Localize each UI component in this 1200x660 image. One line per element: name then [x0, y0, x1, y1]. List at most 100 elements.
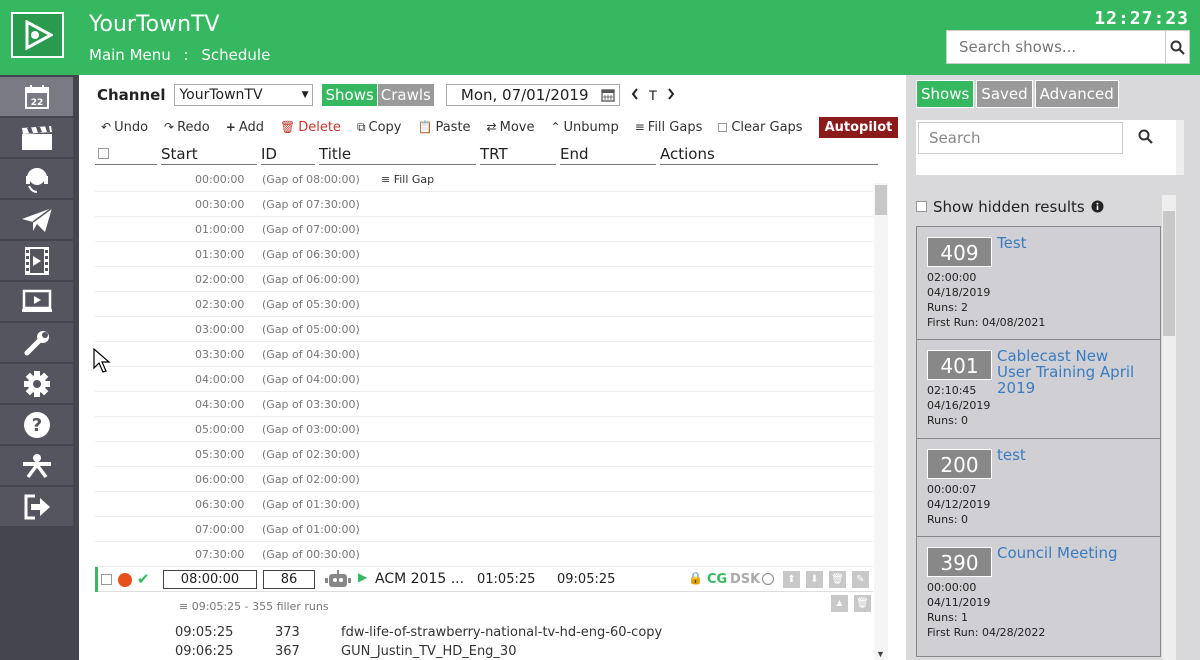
sidebar-item-network[interactable] [0, 446, 73, 485]
row-checkbox[interactable] [101, 574, 112, 585]
sidebar-item-help[interactable]: ? [0, 405, 73, 444]
gap-row[interactable]: 02:00:00 (Gap of 06:00:00) [95, 267, 873, 292]
gap-row[interactable]: 07:30:00 (Gap of 00:30:00) [95, 542, 873, 567]
date-field[interactable]: Mon, 07/01/2019 [445, 84, 620, 106]
gap-row[interactable]: 04:30:00 (Gap of 03:30:00) [95, 392, 873, 417]
paste-button[interactable]: 📋 Paste [418, 120, 471, 135]
calendar-icon[interactable] [601, 88, 615, 102]
gap-row[interactable]: 00:30:00 (Gap of 07:30:00) [95, 192, 873, 217]
sidebar-item-logout[interactable] [0, 487, 73, 526]
fill-gap-button[interactable]: ≡ Fill Gap [381, 173, 434, 186]
channel-select[interactable]: YourTownTV ▼ [174, 84, 314, 106]
dsk-toggle[interactable]: DSK [730, 572, 760, 587]
logo[interactable] [11, 12, 64, 58]
autopilot-button[interactable]: Autopilot [818, 116, 899, 138]
show-hidden-checkbox[interactable] [916, 201, 927, 212]
show-start[interactable]: 08:00:00 [163, 570, 257, 589]
prev-day-button[interactable] [626, 87, 644, 103]
sidebar-item-settings[interactable] [0, 364, 73, 403]
result-card[interactable]: 401 Cablecast New User Training April 20… [916, 340, 1161, 439]
sidebar-item-live[interactable] [0, 282, 73, 321]
sidebar-item-tools[interactable] [0, 323, 73, 362]
result-id: 200 [927, 449, 992, 479]
copy-button[interactable]: ⧉ Copy [357, 120, 402, 135]
redo-button[interactable]: ↷ Redo [164, 120, 210, 135]
info-icon[interactable] [1091, 200, 1104, 213]
gap-row[interactable]: 01:30:00 (Gap of 06:30:00) [95, 242, 873, 267]
sidebar-item-shows[interactable] [0, 118, 73, 157]
result-card[interactable]: 390 Council Meeting 00:00:00 04/11/2019 … [916, 537, 1161, 657]
gap-row[interactable]: 04:00:00 (Gap of 04:00:00) [95, 367, 873, 392]
col-start[interactable]: Start [161, 145, 257, 165]
fill-gaps-button[interactable]: ≡ Fill Gaps [635, 120, 703, 135]
toggle-shows[interactable]: Shows [322, 84, 377, 106]
result-title[interactable]: Cablecast New User Training April 2019 [997, 348, 1147, 396]
edit-row-button[interactable]: ✎ [852, 571, 869, 588]
toggle-crawls[interactable]: Crawls [377, 84, 434, 106]
breadcrumb-main-menu[interactable]: Main Menu [89, 46, 171, 64]
monitor-play-icon [21, 289, 52, 312]
cg-toggle[interactable]: CG [707, 572, 727, 587]
filler-summary[interactable]: ≡ 09:05:25 - 355 filler runs [179, 600, 329, 613]
circle-icon[interactable] [762, 573, 774, 585]
tab-shows[interactable]: Shows [916, 80, 975, 108]
result-title[interactable]: Council Meeting [997, 545, 1147, 561]
undo-button[interactable]: ↶ Undo [101, 120, 148, 135]
clear-gaps-button[interactable]: Clear Gaps [718, 120, 803, 135]
gap-row[interactable]: 03:30:00 (Gap of 04:30:00) [95, 342, 873, 367]
filler-summary-text: 09:05:25 - 355 filler runs [191, 600, 329, 613]
tab-saved[interactable]: Saved [976, 80, 1033, 108]
search-icon[interactable] [1138, 129, 1153, 144]
result-card[interactable]: 409 Test 02:00:00 04/18/2019 Runs: 2 Fir… [916, 226, 1161, 340]
gap-row[interactable]: 03:00:00 (Gap of 05:00:00) [95, 317, 873, 342]
next-day-button[interactable] [662, 87, 680, 103]
sidebar-item-media[interactable] [0, 241, 73, 280]
tab-advanced[interactable]: Advanced [1034, 80, 1119, 108]
unbump-button[interactable]: ⌃ Unbump [550, 120, 618, 135]
gap-row[interactable]: 06:30:00 (Gap of 01:30:00) [95, 492, 873, 517]
move-up-button[interactable]: ⬆ [783, 571, 800, 588]
result-title[interactable]: Test [997, 235, 1147, 251]
header-search-button[interactable] [1165, 31, 1189, 63]
results-scrollbar[interactable] [1162, 195, 1176, 660]
show-title[interactable]: ACM 2015 ... [375, 571, 464, 587]
show-row[interactable]: ✔ 08:00:00 86 ▶ ACM 2015 ... 01:05:25 09… [95, 567, 873, 592]
header-search-input[interactable] [947, 31, 1165, 63]
today-button[interactable]: T [644, 87, 662, 103]
sidebar-item-publish[interactable] [0, 200, 73, 239]
move-button[interactable]: ⇄ Move [487, 120, 535, 135]
result-title[interactable]: test [997, 447, 1147, 463]
scrollbar-thumb[interactable] [1163, 211, 1175, 336]
search-scrollbar[interactable] [1176, 120, 1184, 175]
gap-length: (Gap of 05:30:00) [262, 298, 360, 311]
col-end[interactable]: End [560, 145, 656, 165]
gap-row[interactable]: 02:30:00 (Gap of 05:30:00) [95, 292, 873, 317]
delete-row-button[interactable]: 🗑 [829, 571, 846, 588]
sidebar-item-support[interactable] [0, 159, 73, 198]
collapse-filler-button[interactable]: ▲ [831, 595, 848, 612]
breadcrumb-schedule[interactable]: Schedule [201, 46, 270, 64]
show-hidden-toggle[interactable]: Show hidden results [916, 194, 1166, 219]
result-card[interactable]: 200 test 00:00:07 04/12/2019 Runs: 0 [916, 439, 1161, 537]
gap-row[interactable]: 05:00:00 (Gap of 03:00:00) [95, 417, 873, 442]
add-button[interactable]: + Add [226, 120, 264, 135]
gap-row[interactable]: 01:00:00 (Gap of 07:00:00) [95, 217, 873, 242]
gap-row[interactable]: 06:00:00 (Gap of 02:00:00) [95, 467, 873, 492]
delete-button[interactable]: 🗑 Delete [280, 120, 341, 135]
col-title[interactable]: Title [319, 145, 476, 165]
delete-filler-button[interactable]: 🗑 [854, 595, 871, 612]
sidebar-item-schedule[interactable]: 22 [0, 77, 73, 116]
scroll-down-icon[interactable]: ▼ [876, 649, 885, 659]
col-trt[interactable]: TRT [480, 145, 556, 165]
gap-row[interactable]: 05:30:00 (Gap of 02:30:00) [95, 442, 873, 467]
gap-row[interactable]: 00:00:00 (Gap of 08:00:00) [95, 167, 873, 192]
schedule-scrollbar[interactable] [874, 183, 888, 660]
search-input[interactable] [918, 122, 1123, 154]
gap-row[interactable]: 07:00:00 (Gap of 01:00:00) [95, 517, 873, 542]
select-all-checkbox[interactable] [98, 148, 109, 159]
col-id[interactable]: ID [261, 145, 315, 165]
scrollbar-thumb[interactable] [875, 185, 887, 215]
lock-icon[interactable]: 🔒 [688, 571, 703, 585]
show-id[interactable]: 86 [263, 570, 315, 589]
move-down-button[interactable]: ⬇ [806, 571, 823, 588]
